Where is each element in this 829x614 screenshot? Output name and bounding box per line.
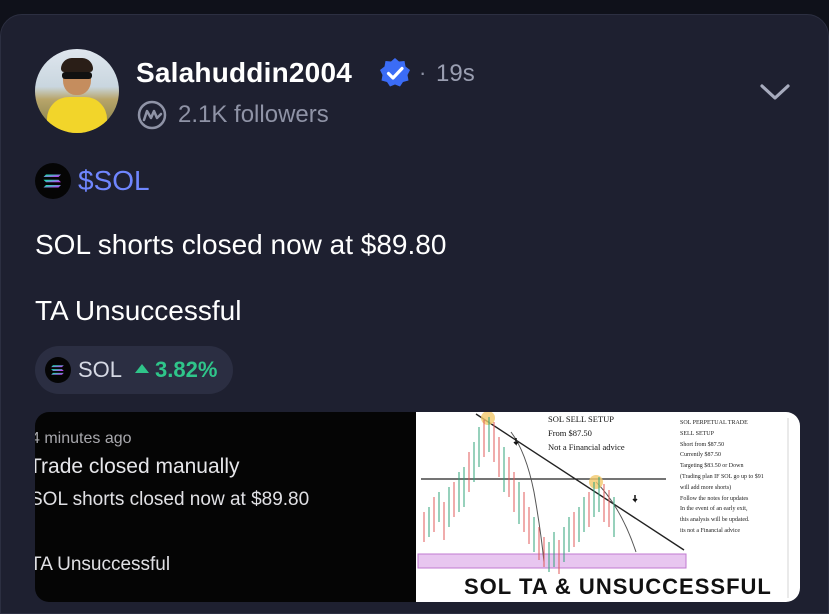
post-text-line-2: TA Unsuccessful [35,295,242,326]
coin-chip[interactable]: SOL 3.82% [35,346,233,394]
post-text-line-1: SOL shorts closed now at $89.80 [35,229,447,260]
note-line: (Trading plan IF SOL go up to $91 [680,473,764,480]
note-line: Short from $87.50 [680,441,725,448]
cashtag-link[interactable]: $SOL [78,165,150,197]
solana-logo-icon [35,163,71,199]
avatar[interactable] [35,49,119,133]
media-time: 4 minutes ago [35,430,132,447]
note-line: Follow the notes for updates [680,495,749,502]
chart-setup-text: SOL SELL SETUP From $87.50 Not a Financi… [548,412,625,454]
note-line: this analysis will be updated. [680,517,750,524]
note-line: Targeting $83.50 or Down [680,463,744,470]
chip-change: 3.82% [155,357,218,382]
separator-dot: · [419,60,427,85]
chevron-down-icon[interactable] [757,79,793,105]
media-ta: TA Unsuccessful [35,554,171,575]
verified-badge-icon [380,58,410,87]
up-arrow-icon [135,364,149,373]
coinmarketcap-icon [137,100,167,130]
setup-line: Not a Financial advice [548,442,625,452]
username[interactable]: Salahuddin2004 [136,57,352,89]
media-screenshot-left: 4 minutes ago Trade closed manually SOL … [35,412,416,602]
post-time: 19s [436,60,475,87]
note-line: In the event of an early exit, [680,506,748,513]
media-title: Trade closed manually [35,455,240,478]
note-line: will add more shorts) [680,484,732,491]
chart-notes: SOL PERPETUAL TRADE SELL SETUP Short fro… [680,418,788,546]
note-line: its not a Financial advice [680,527,740,534]
note-line: SELL SETUP [680,430,714,437]
followers-count: 2.1K followers [178,101,329,128]
chip-symbol: SOL [78,357,123,382]
chart-bottom-title: SOL TA & UNSUCCESSFUL [464,574,772,599]
solana-logo-icon [45,357,71,383]
media-chart-image: SOL SELL SETUP From $87.50 Not a Financi… [416,412,800,602]
note-line: Currently $87.50 [680,452,721,459]
media-body: SOL shorts closed now at $89.80 [35,489,310,510]
note-line: SOL PERPETUAL TRADE [680,420,748,426]
setup-line: SOL SELL SETUP [548,414,614,424]
post-media[interactable]: 4 minutes ago Trade closed manually SOL … [35,412,800,602]
setup-line: From $87.50 [548,428,592,438]
